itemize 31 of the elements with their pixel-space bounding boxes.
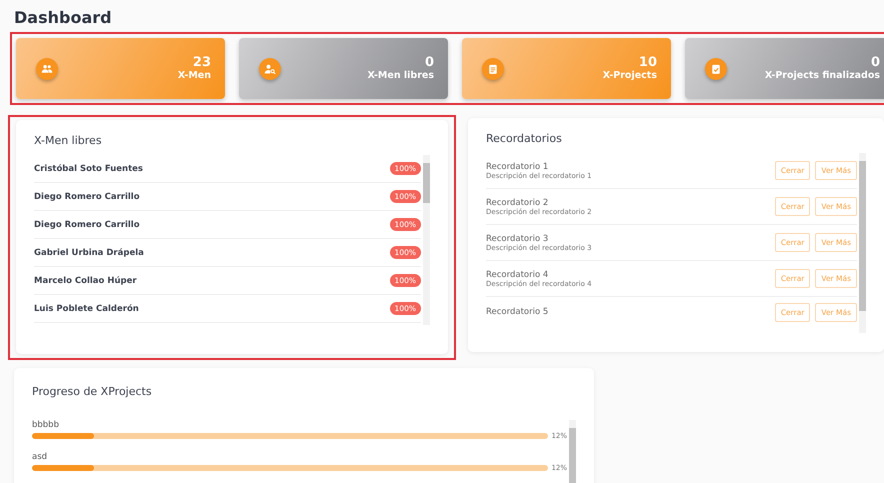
card-title: Recordatorios bbox=[486, 132, 563, 145]
person-name: Gabriel Urbina Drápela bbox=[34, 248, 144, 258]
stat-label: X-Projects finalizados bbox=[764, 70, 880, 81]
reminder-title: Recordatorio 1 bbox=[486, 162, 550, 172]
person-name: Diego Romero Carrillo bbox=[34, 192, 140, 202]
person-name: Cristóbal Soto Fuentes bbox=[34, 164, 143, 174]
stat-value: 10 bbox=[638, 56, 657, 70]
scrollbar[interactable] bbox=[859, 153, 866, 333]
stat-label: X-Men bbox=[178, 70, 211, 81]
card-title: Progreso de XProjects bbox=[32, 385, 153, 398]
stat-label: X-Men libres bbox=[367, 70, 434, 81]
stat-label: X-Projects bbox=[602, 70, 657, 81]
person-name: Marcelo Collao Húper bbox=[34, 276, 137, 286]
reminder-title: Recordatorio 5 bbox=[486, 307, 550, 317]
stat-icon bbox=[259, 58, 281, 80]
person-name: Diego Romero Carrillo bbox=[34, 220, 140, 230]
stat-value: 23 bbox=[192, 56, 211, 70]
reminder-title: Recordatorio 4 bbox=[486, 270, 550, 280]
stat-icon bbox=[482, 58, 504, 80]
reminder-title: Recordatorio 3 bbox=[486, 234, 550, 244]
stat-value: 0 bbox=[870, 56, 880, 70]
stat-icon bbox=[705, 58, 727, 80]
project-name: asd bbox=[32, 452, 48, 462]
person-name: Luis Poblete Calderón bbox=[34, 304, 139, 314]
reminder-title: Recordatorio 2 bbox=[486, 198, 550, 208]
stat-icon bbox=[36, 58, 58, 80]
project-name: bbbbb bbox=[32, 420, 60, 430]
stat-value: 0 bbox=[424, 56, 434, 70]
scrollbar[interactable] bbox=[423, 155, 430, 325]
page-title: Dashboard bbox=[14, 8, 113, 27]
card-title: X-Men libres bbox=[34, 134, 103, 147]
